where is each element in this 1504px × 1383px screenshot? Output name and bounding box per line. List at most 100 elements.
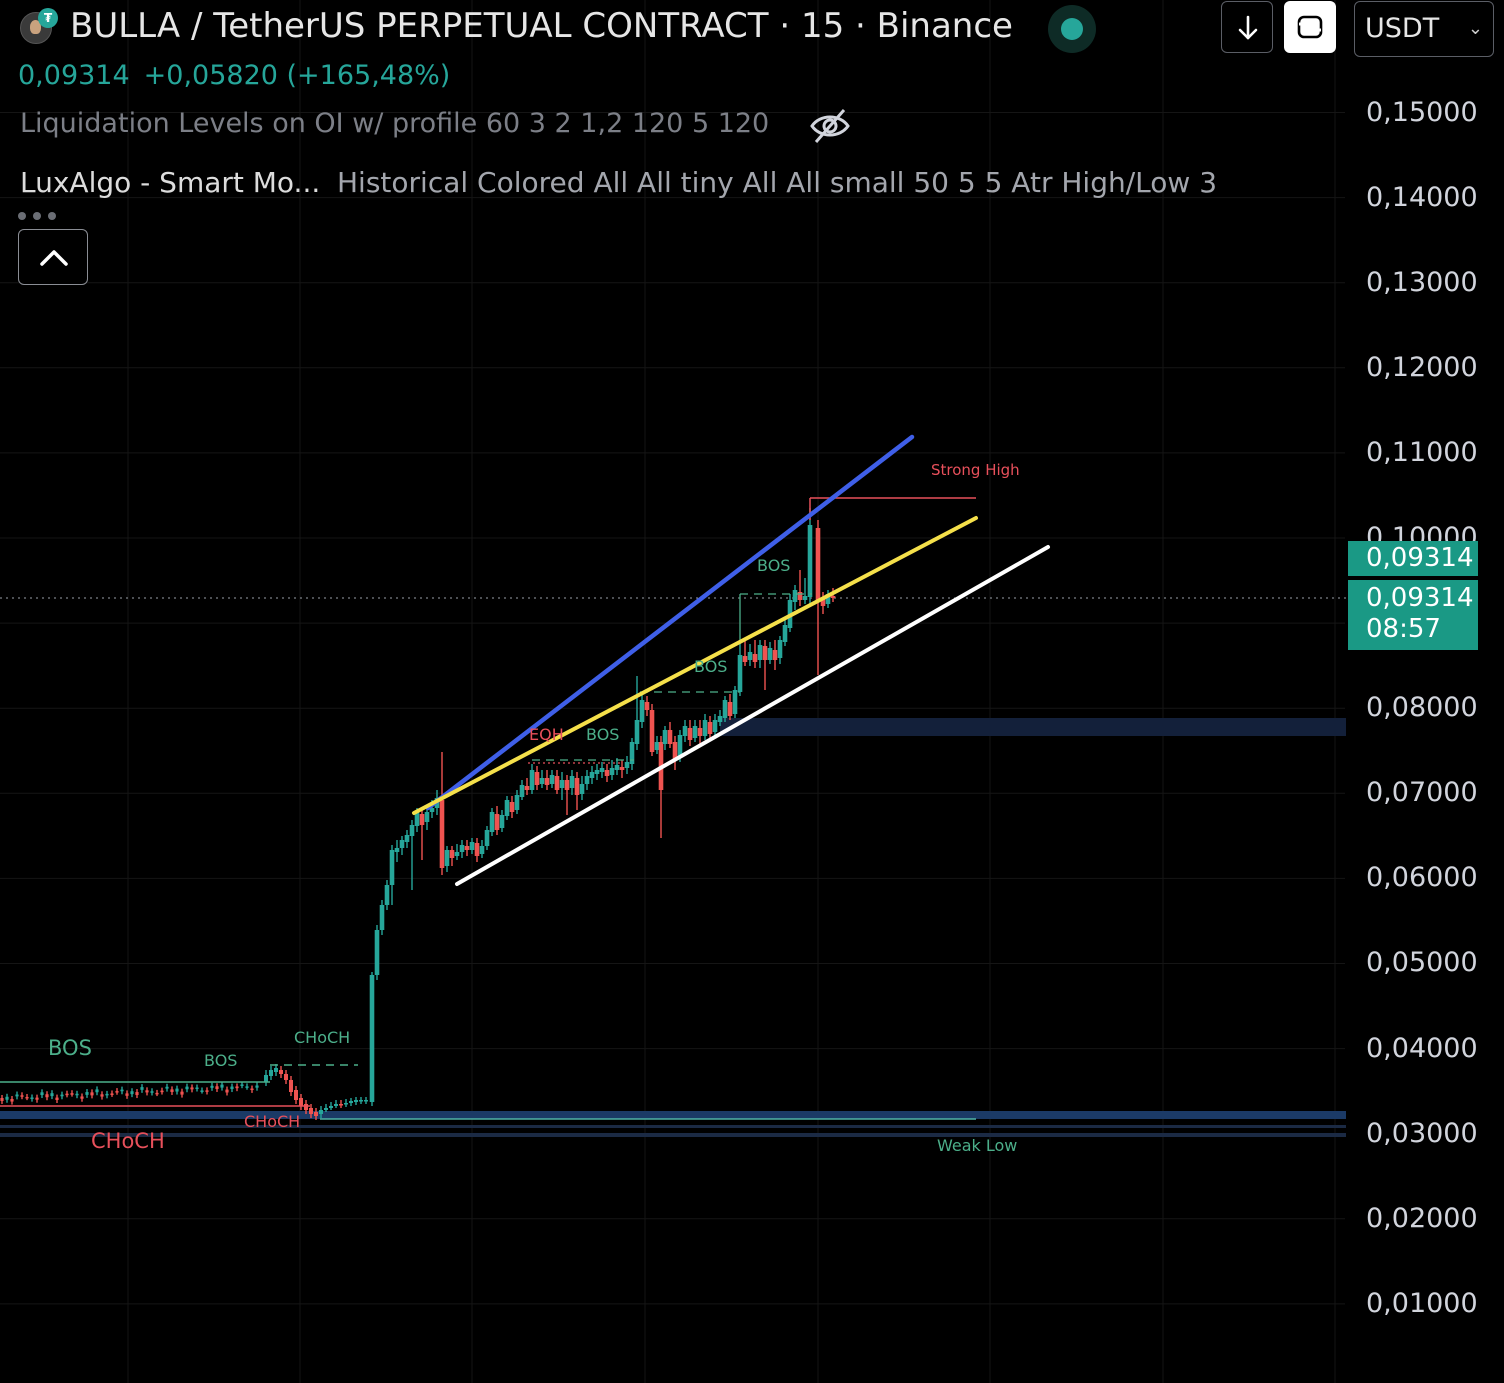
candle-body	[200, 1090, 204, 1092]
candle-body	[499, 815, 505, 828]
candle-body	[359, 1100, 363, 1102]
candle-body	[519, 785, 525, 797]
more-indicators-dots-icon[interactable]	[18, 212, 56, 220]
candle-body	[594, 770, 600, 774]
candle-body	[777, 640, 783, 658]
candle-body	[314, 1112, 318, 1116]
collapse-legend-button[interactable]	[18, 229, 88, 285]
axis-label: 0,13000	[1366, 267, 1478, 298]
candle-body	[479, 846, 485, 854]
candle-body	[180, 1091, 184, 1095]
axis-label: 0,03000	[1366, 1118, 1478, 1149]
symbol-title[interactable]: BULLA / TetherUS PERPETUAL CONTRACT · 15…	[70, 6, 1013, 46]
candle-body	[559, 780, 565, 788]
structure-lines	[0, 497, 976, 1120]
candle-body	[727, 702, 733, 716]
axis-label: 0,12000	[1366, 352, 1478, 383]
candle-body	[150, 1091, 154, 1093]
candle-body	[589, 772, 595, 778]
choch-label: CHoCH	[294, 1028, 351, 1047]
last-price-tag: 0,09314	[1348, 541, 1478, 576]
candle-body	[329, 1106, 333, 1108]
axis-label: 0,04000	[1366, 1033, 1478, 1064]
indicator-luxalgo-name[interactable]: LuxAlgo - Smart Mo...	[20, 166, 320, 199]
candle-body	[484, 830, 490, 846]
candle-body	[722, 700, 728, 718]
candle-body	[489, 812, 495, 832]
candle-body	[120, 1089, 124, 1092]
candle-body	[384, 885, 390, 905]
currency-select[interactable]: USDT ⌄	[1354, 1, 1494, 57]
candle-body	[682, 726, 688, 736]
candle-body	[569, 776, 575, 788]
bos-label: BOS	[204, 1051, 238, 1070]
candle-body	[60, 1094, 64, 1097]
candle-body	[662, 730, 668, 744]
candle-body	[70, 1093, 74, 1095]
arrow-down-icon	[1238, 15, 1258, 40]
candle-body	[85, 1092, 89, 1095]
candle-body	[319, 1110, 323, 1114]
candle-body	[667, 730, 673, 744]
candle-body	[419, 814, 425, 825]
eye-off-icon[interactable]	[808, 106, 852, 146]
candle-body	[444, 850, 450, 866]
candle-body	[190, 1087, 194, 1090]
candle-body	[240, 1084, 244, 1086]
price-chart[interactable]	[0, 0, 1504, 1383]
indicator-luxalgo-params[interactable]: Historical Colored All All tiny All All …	[337, 166, 1217, 199]
candle-body	[697, 728, 703, 736]
candle-body	[379, 905, 385, 930]
candle-body	[235, 1086, 239, 1089]
candle-body	[304, 1104, 308, 1110]
bos-label: BOS	[586, 725, 620, 744]
candle-body	[782, 625, 788, 642]
candle-body	[732, 690, 738, 714]
eqh-label: EQH	[529, 725, 564, 744]
candle-body	[579, 784, 585, 794]
candle-body	[294, 1090, 298, 1100]
candle-body	[215, 1086, 219, 1089]
fullscreen-button[interactable]	[1284, 1, 1336, 53]
candle-body	[815, 528, 821, 600]
candle-body	[135, 1092, 139, 1096]
candle-body	[629, 742, 635, 764]
last-price: 0,09314	[18, 60, 130, 91]
candle-body	[687, 728, 693, 740]
candle-body	[195, 1087, 199, 1090]
exchange-badge-icon: ₮	[38, 8, 58, 28]
candle-body	[105, 1093, 109, 1096]
indicator-liquidation-legend[interactable]: Liquidation Levels on OI w/ profile 60 3…	[20, 108, 769, 139]
candle-body	[767, 648, 773, 660]
candle-body	[334, 1104, 338, 1106]
bos-label: BOS	[694, 657, 728, 676]
candle-body	[394, 848, 400, 852]
price-change: +0,05820 (+165,48%)	[143, 60, 451, 91]
candle-body	[649, 710, 655, 752]
candle-body	[5, 1096, 9, 1100]
download-button[interactable]	[1221, 1, 1273, 53]
choch-label: CHoCH	[244, 1112, 301, 1131]
candle-body	[289, 1080, 293, 1092]
candle-body	[534, 772, 540, 785]
countdown-time: 08:57	[1366, 614, 1441, 644]
candle-body	[245, 1086, 249, 1088]
candle-body	[40, 1092, 44, 1096]
candle-body	[0, 1098, 4, 1101]
candle-body	[752, 654, 758, 662]
market-status-icon[interactable]	[1048, 5, 1096, 53]
bos-label: BOS	[757, 556, 791, 575]
candle-body	[399, 840, 405, 848]
candle-body	[75, 1093, 79, 1096]
candle-body	[100, 1094, 104, 1097]
candle-body	[349, 1101, 353, 1103]
candle-body	[654, 742, 660, 750]
candle-body	[807, 525, 813, 597]
candle-body	[514, 795, 520, 810]
candle-body	[369, 975, 375, 1102]
candle-body	[354, 1100, 358, 1102]
candle-body	[339, 1104, 343, 1106]
candle-body	[797, 592, 803, 600]
candle-body	[220, 1084, 224, 1088]
candle-body	[504, 800, 510, 816]
